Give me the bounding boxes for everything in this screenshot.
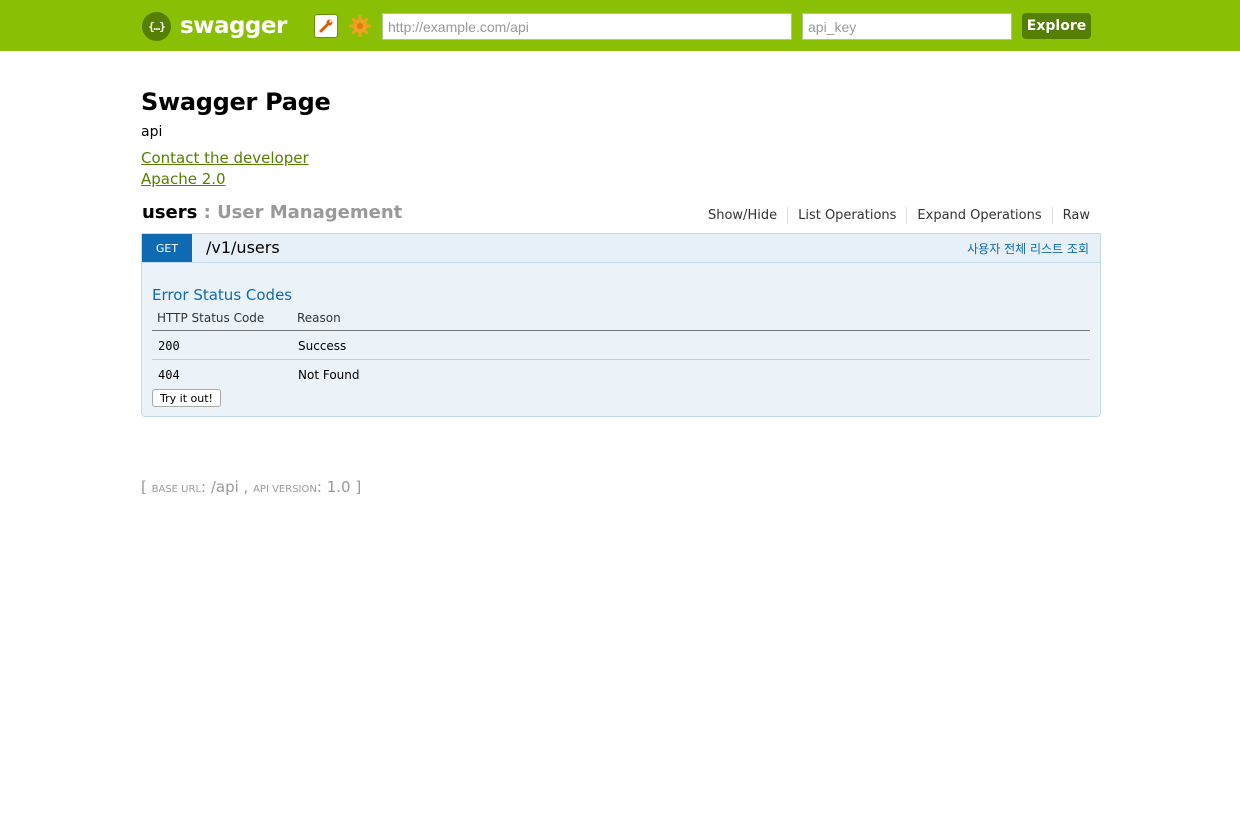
status-code-table: HTTP Status Code Reason 200 Success 404 …	[152, 309, 1090, 389]
api-url-input[interactable]	[382, 13, 792, 40]
operation-panel: GET /v1/users 사용자 전체 리스트 조회 Error Status…	[141, 233, 1101, 417]
api-version-label: api version	[253, 484, 317, 495]
expand-operations-link[interactable]: Expand Operations	[906, 207, 1051, 224]
table-row: 200 Success	[152, 331, 1090, 360]
list-operations-link[interactable]: List Operations	[787, 207, 906, 224]
api-footer-info: [ base url: /api , api version: 1.0 ]	[141, 478, 362, 496]
table-header: HTTP Status Code Reason	[152, 309, 1090, 331]
swagger-logo[interactable]: {…} swagger	[142, 11, 287, 41]
operation-summary[interactable]: 사용자 전체 리스트 조회	[967, 240, 1089, 257]
footer-open-bracket: [	[141, 478, 152, 496]
operation-path[interactable]: /v1/users	[206, 238, 280, 257]
http-method-badge[interactable]: GET	[142, 234, 192, 262]
api-version-value: 1.0	[326, 478, 351, 496]
resource-separator: :	[197, 202, 218, 223]
reason-cell: Not Found	[298, 368, 360, 382]
operation-heading[interactable]: GET /v1/users 사용자 전체 리스트 조회	[142, 234, 1100, 263]
status-code-cell: 200	[158, 339, 180, 353]
explore-button[interactable]: Explore	[1022, 13, 1091, 39]
base-url-label: base url	[151, 484, 202, 495]
raw-link[interactable]: Raw	[1051, 207, 1090, 224]
api-description: api	[141, 124, 163, 140]
try-it-out-button[interactable]: Try it out!	[152, 389, 221, 407]
status-code-cell: 404	[158, 368, 180, 382]
error-status-heading: Error Status Codes	[152, 286, 293, 304]
base-url-value: /api	[210, 478, 239, 496]
gear-icon[interactable]	[347, 13, 373, 39]
resource-options: Show/Hide List Operations Expand Operati…	[698, 207, 1090, 224]
show-hide-link[interactable]: Show/Hide	[698, 207, 787, 224]
column-header-status-code: HTTP Status Code	[157, 311, 265, 325]
license-link[interactable]: Apache 2.0	[141, 170, 226, 188]
header-bar: {…} swagger Explore	[0, 0, 1240, 51]
resource-heading[interactable]: users : User Management	[142, 202, 402, 223]
resource-description: User Management	[217, 202, 403, 223]
swagger-logo-icon: {…}	[142, 11, 171, 41]
wrench-icon[interactable]	[314, 14, 338, 38]
column-header-reason: Reason	[297, 311, 341, 325]
contact-developer-link[interactable]: Contact the developer	[141, 149, 309, 167]
table-row: 404 Not Found	[152, 360, 1090, 389]
reason-cell: Success	[298, 339, 347, 353]
logo-text: swagger	[180, 13, 287, 39]
resource-name[interactable]: users	[142, 202, 197, 223]
api-key-input[interactable]	[802, 13, 1012, 40]
page-title: Swagger Page	[141, 88, 331, 116]
footer-close-bracket: ]	[350, 478, 362, 496]
